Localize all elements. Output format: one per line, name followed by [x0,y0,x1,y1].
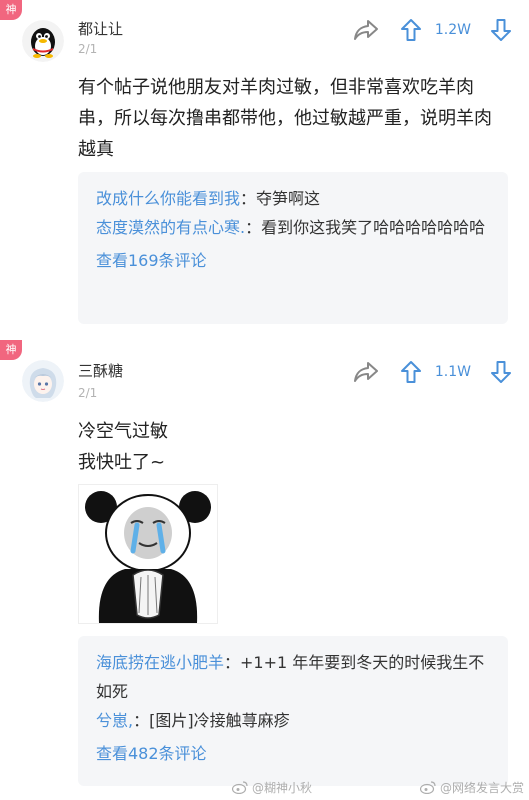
reply-author[interactable]: 兮崽, [96,711,133,730]
vote-count: 1.1W [434,364,471,380]
watermark-text: @糊神小秋 [252,781,313,795]
arrow-down-icon [491,19,511,41]
view-comments-link[interactable]: 查看169条评论 [96,246,207,275]
watermark-text: @网络发言大赏 [440,781,525,795]
username[interactable]: 都让让 [78,18,123,39]
watermark: @糊神小秋 [232,779,312,796]
post-content-line: 我快吐了~ [78,452,166,473]
post-content: 有个帖子说他朋友对羊肉过敏，但非常喜欢吃羊肉串，所以每次撸串都带他，他过敏越严重… [78,77,492,160]
reply-author[interactable]: 态度漠然的有点心寒. [96,218,245,237]
reply-item[interactable]: 兮崽,：[图片]冷接触荨麻疹 [96,706,492,735]
reply-text: ：看到你这我笑了哈哈哈哈哈哈哈 [245,218,486,237]
reply-text: ：[图片]冷接触荨麻疹 [133,711,290,730]
share-button[interactable] [349,16,383,44]
weibo-logo-icon [420,781,436,794]
avatar[interactable] [22,360,64,402]
downvote-button[interactable] [487,358,515,386]
god-comment-badge: 神 [0,0,22,20]
reply-item[interactable]: 改成什么你能看到我：夺笋啊这 [96,184,492,213]
avatar[interactable] [22,20,64,62]
downvote-button[interactable] [487,16,515,44]
weibo-logo-icon [232,781,248,794]
panda-meme-image[interactable] [78,484,218,624]
reply-author[interactable]: 改成什么你能看到我 [96,189,240,208]
arrow-up-icon [400,361,421,383]
panda-crying-meme-icon [79,485,217,623]
post-content-line: 冷空气过敏 [78,421,168,442]
post-date: 2/1 [78,386,98,400]
upvote-button[interactable] [397,358,425,386]
share-arrow-icon [353,20,378,40]
watermark: @网络发言大赏 [420,779,524,796]
share-button[interactable] [349,358,383,386]
penguin-avatar-icon [22,20,64,62]
share-arrow-icon [353,362,378,382]
reply-preview: 改成什么你能看到我：夺笋啊这 态度漠然的有点心寒.：看到你这我笑了哈哈哈哈哈哈哈… [78,172,508,324]
post-actions: 1.2W [349,16,515,44]
post: 神 都让让 2/1 1.2W 有个帖子说他朋友对羊肉过敏，但非常喜欢吃羊肉串，所… [0,0,529,340]
upvote-button[interactable] [397,16,425,44]
username[interactable]: 三酥糖 [78,360,123,381]
view-comments-link[interactable]: 查看482条评论 [96,739,207,768]
arrow-down-icon [491,361,511,383]
arrow-up-icon [400,19,421,41]
vote-count: 1.2W [434,22,471,38]
reply-item[interactable]: 态度漠然的有点心寒.：看到你这我笑了哈哈哈哈哈哈哈 [96,213,492,242]
post: 神 三酥糖 2/1 1.1W 冷空气过敏 我快吐了~ 海底捞在逃小肥羊：+1+1… [0,340,529,800]
post-content: 冷空气过敏 我快吐了~ [78,416,509,478]
anime-girl-avatar-icon [22,360,64,402]
reply-item[interactable]: 海底捞在逃小肥羊：+1+1 年年要到冬天的时候我生不如死 [96,648,492,706]
reply-author[interactable]: 海底捞在逃小肥羊 [96,653,224,672]
reply-preview: 海底捞在逃小肥羊：+1+1 年年要到冬天的时候我生不如死 兮崽,：[图片]冷接触… [78,636,508,786]
god-comment-badge: 神 [0,340,22,360]
post-date: 2/1 [78,42,98,56]
post-actions: 1.1W [349,358,515,386]
reply-text: ：夺笋啊这 [240,189,321,208]
